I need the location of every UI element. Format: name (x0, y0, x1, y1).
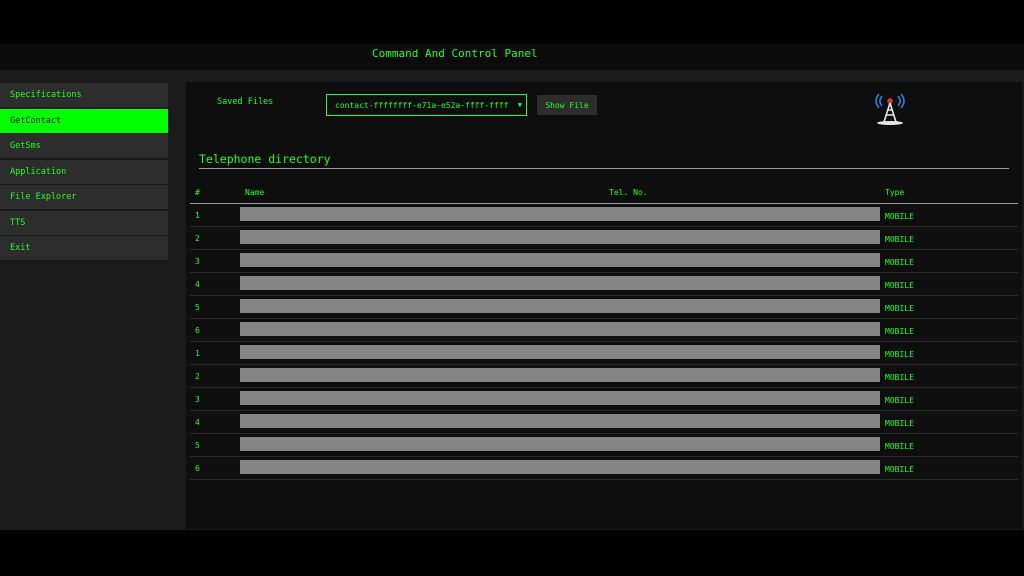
row-number: 2 (195, 372, 200, 381)
row-type: MOBILE (885, 350, 914, 359)
row-type: MOBILE (885, 304, 914, 313)
redacted-contact-bar (240, 437, 880, 451)
table-row: 6 MOBILE (190, 319, 1018, 342)
table-row: 5 MOBILE (190, 296, 1018, 319)
table-row: 3 MOBILE (190, 388, 1018, 411)
sidebar-item-file-explorer[interactable]: File Explorer (0, 185, 168, 210)
sidebar-item-getsms[interactable]: GetSms (0, 134, 168, 159)
row-number: 5 (195, 303, 200, 312)
sidebar-item-tts[interactable]: TTS (0, 210, 168, 236)
table-row: 1 MOBILE (190, 204, 1018, 227)
title-divider (199, 168, 1009, 169)
sidebar-item-application[interactable]: Application (0, 159, 168, 185)
directory-table: 1 MOBILE 2 MOBILE 3 MOBILE 4 MOBILE 5 MO… (190, 204, 1018, 480)
table-row: 4 MOBILE (190, 273, 1018, 296)
redacted-contact-bar (240, 414, 880, 428)
table-row: 6 MOBILE (190, 457, 1018, 480)
row-number: 1 (195, 211, 200, 220)
redacted-contact-bar (240, 230, 880, 244)
row-type: MOBILE (885, 373, 914, 382)
row-number: 3 (195, 395, 200, 404)
row-number: 3 (195, 257, 200, 266)
saved-files-select[interactable]: contact-ffffffff-e71a-e52a-ffff-ffff ▼ (326, 94, 527, 116)
sidebar: Specifications GetContact GetSms Applica… (0, 83, 168, 262)
table-row: 3 MOBILE (190, 250, 1018, 273)
table-row: 1 MOBILE (190, 342, 1018, 365)
redacted-contact-bar (240, 207, 880, 221)
row-type: MOBILE (885, 396, 914, 405)
row-number: 2 (195, 234, 200, 243)
row-number: 4 (195, 280, 200, 289)
sidebar-item-specifications[interactable]: Specifications (0, 83, 168, 108)
row-type: MOBILE (885, 442, 914, 451)
row-number: 6 (195, 326, 200, 335)
row-type: MOBILE (885, 281, 914, 290)
main-panel: Saved Files contact-ffffffff-e71a-e52a-f… (186, 82, 1022, 529)
redacted-contact-bar (240, 368, 880, 382)
row-type: MOBILE (885, 235, 914, 244)
signal-tower-icon (875, 93, 905, 125)
row-type: MOBILE (885, 327, 914, 336)
redacted-contact-bar (240, 253, 880, 267)
table-row: 2 MOBILE (190, 227, 1018, 250)
column-header-tel: Tel. No. (609, 188, 648, 197)
column-header-type: Type (885, 188, 905, 197)
row-number: 4 (195, 418, 200, 427)
column-header-num: # (195, 188, 200, 197)
sidebar-item-getcontact[interactable]: GetContact (0, 108, 168, 134)
redacted-contact-bar (240, 299, 880, 313)
column-header-name: Name (245, 188, 265, 197)
selected-file-value: contact-ffffffff-e71a-e52a-ffff-ffff (335, 100, 509, 110)
row-number: 5 (195, 441, 200, 450)
app-title: Command And Control Panel (372, 47, 538, 60)
row-number: 6 (195, 464, 200, 473)
row-type: MOBILE (885, 465, 914, 474)
row-number: 1 (195, 349, 200, 358)
show-file-button[interactable]: Show File (537, 95, 597, 115)
row-type: MOBILE (885, 419, 914, 428)
saved-files-label: Saved Files (217, 97, 274, 107)
redacted-contact-bar (240, 276, 880, 290)
chevron-down-icon: ▼ (517, 101, 522, 109)
redacted-contact-bar (240, 345, 880, 359)
row-type: MOBILE (885, 212, 914, 221)
table-row: 4 MOBILE (190, 411, 1018, 434)
redacted-contact-bar (240, 391, 880, 405)
table-row: 2 MOBILE (190, 365, 1018, 388)
directory-title: Telephone directory (199, 152, 331, 166)
redacted-contact-bar (240, 460, 880, 474)
table-row: 5 MOBILE (190, 434, 1018, 457)
sidebar-item-exit[interactable]: Exit (0, 236, 168, 261)
redacted-contact-bar (240, 322, 880, 336)
row-type: MOBILE (885, 258, 914, 267)
